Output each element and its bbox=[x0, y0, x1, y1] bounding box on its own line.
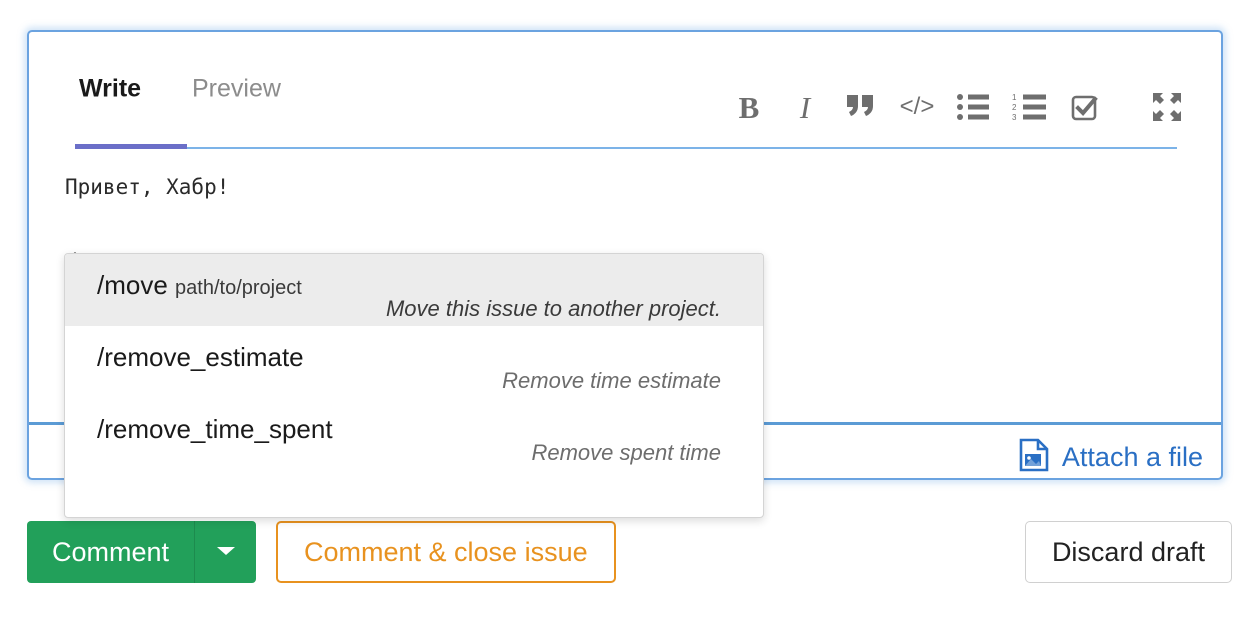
task-list-checkbox-icon[interactable] bbox=[1057, 84, 1113, 130]
svg-text:1: 1 bbox=[1012, 94, 1017, 102]
discard-draft-button[interactable]: Discard draft bbox=[1025, 521, 1232, 583]
quote-icon[interactable] bbox=[833, 84, 889, 130]
comment-text-line-1: Привет, Хабр! bbox=[65, 175, 229, 199]
fullscreen-icon[interactable] bbox=[1139, 84, 1195, 130]
slash-command-text: /move bbox=[97, 270, 168, 300]
attach-a-file-label: Attach a file bbox=[1062, 442, 1203, 473]
slash-command-text: /remove_estimate bbox=[97, 342, 304, 372]
code-icon[interactable]: </> bbox=[889, 84, 945, 130]
svg-text:3: 3 bbox=[1012, 113, 1017, 120]
slash-command-autocomplete[interactable]: /move path/to/project Move this issue to… bbox=[64, 253, 764, 518]
tab-preview[interactable]: Preview bbox=[192, 77, 281, 102]
slash-command-description: Remove spent time bbox=[531, 440, 721, 466]
attach-a-file-button[interactable]: Attach a file bbox=[1019, 432, 1203, 482]
slash-command-name: /remove_estimate bbox=[97, 342, 304, 373]
slash-command-argument: path/to/project bbox=[175, 277, 302, 299]
editor-action-bar: Comment Comment & close issue Discard dr… bbox=[0, 518, 1252, 588]
list-item[interactable]: /remove_estimate Remove time estimate bbox=[65, 326, 763, 398]
comment-button[interactable]: Comment bbox=[27, 521, 194, 583]
comment-split-button: Comment bbox=[27, 521, 256, 583]
tab-strip-divider bbox=[75, 147, 1177, 149]
comment-dropdown-toggle[interactable] bbox=[194, 521, 256, 583]
slash-command-description: Remove time estimate bbox=[502, 368, 721, 394]
comment-and-close-issue-button[interactable]: Comment & close issue bbox=[276, 521, 616, 583]
chevron-down-icon bbox=[216, 545, 236, 560]
slash-command-name: /move path/to/project bbox=[97, 270, 302, 301]
numbered-list-icon[interactable]: 1 2 3 bbox=[1001, 84, 1057, 130]
bullet-list-icon[interactable] bbox=[945, 84, 1001, 130]
tab-write[interactable]: Write bbox=[79, 77, 141, 102]
italic-icon[interactable]: I bbox=[777, 84, 833, 130]
slash-command-name: /remove_time_spent bbox=[97, 414, 333, 445]
file-image-icon bbox=[1019, 438, 1049, 477]
slash-command-text: /remove_time_spent bbox=[97, 414, 333, 444]
tab-active-indicator bbox=[75, 144, 187, 149]
markdown-toolbar: B I </> 1 2 3 bbox=[721, 84, 1195, 130]
slash-command-description: Move this issue to another project. bbox=[386, 296, 721, 322]
svg-text:2: 2 bbox=[1012, 103, 1017, 112]
list-item[interactable]: /move path/to/project Move this issue to… bbox=[65, 254, 763, 326]
bold-icon[interactable]: B bbox=[721, 84, 777, 130]
list-item[interactable]: /remove_time_spent Remove spent time bbox=[65, 398, 763, 470]
